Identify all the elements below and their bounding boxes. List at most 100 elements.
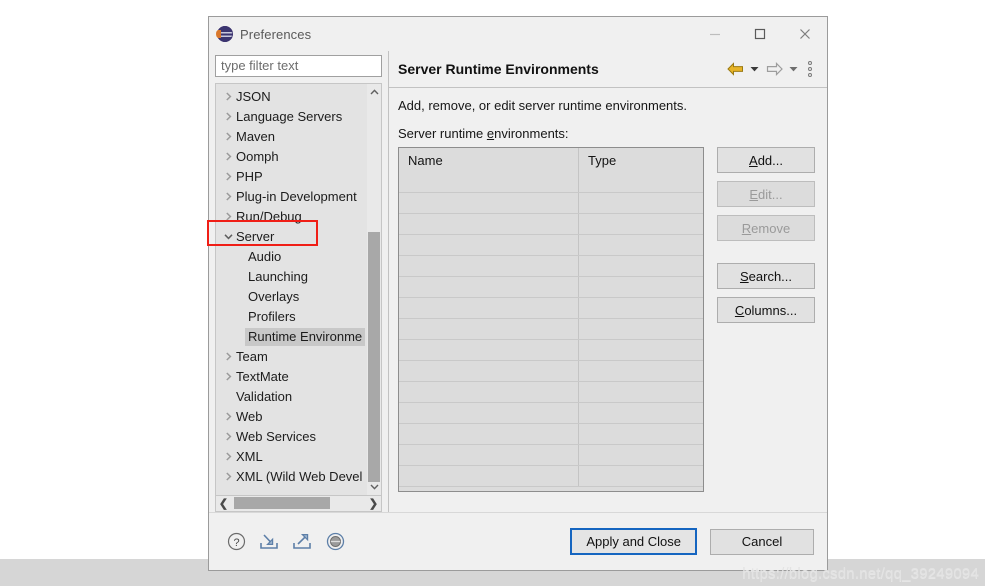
- table-row[interactable]: [399, 277, 703, 298]
- sidebar-item-run-debug[interactable]: Run/Debug: [216, 207, 367, 227]
- svg-text:?: ?: [233, 537, 239, 549]
- export-icon[interactable]: [291, 531, 313, 553]
- table-row[interactable]: [399, 193, 703, 214]
- table-row[interactable]: [399, 214, 703, 235]
- sidebar-item-json[interactable]: JSON: [216, 87, 367, 107]
- table-cell-name: [399, 466, 579, 486]
- chevron-right-icon[interactable]: [220, 192, 236, 201]
- preference-page: Server Runtime Environments Add, remove,…: [388, 51, 827, 512]
- sidebar-item-textmate[interactable]: TextMate: [216, 367, 367, 387]
- table-cell-type: [579, 403, 703, 423]
- view-menu-icon[interactable]: [802, 59, 818, 79]
- sidebar-item-overlays[interactable]: Overlays: [216, 287, 367, 307]
- search-input-placeholder: type filter text: [221, 58, 299, 74]
- sidebar-item-web-services[interactable]: Web Services: [216, 427, 367, 447]
- sidebar-item-server[interactable]: Server: [216, 227, 367, 247]
- help-icon[interactable]: ?: [225, 531, 247, 553]
- sidebar-item-maven[interactable]: Maven: [216, 127, 367, 147]
- chevron-right-icon[interactable]: [220, 372, 236, 381]
- table-cell-name: [399, 193, 579, 213]
- chevron-right-icon[interactable]: [220, 152, 236, 161]
- table-cell-name: [399, 424, 579, 444]
- window-title: Preferences: [240, 26, 312, 42]
- column-header-type[interactable]: Type: [579, 148, 703, 172]
- back-arrow-icon[interactable]: [724, 59, 746, 79]
- sidebar-item-profilers[interactable]: Profilers: [216, 307, 367, 327]
- sidebar-item-validation[interactable]: Validation: [216, 387, 367, 407]
- table-row[interactable]: [399, 382, 703, 403]
- table-row[interactable]: [399, 340, 703, 361]
- cancel-button[interactable]: Cancel: [710, 528, 814, 555]
- remove-button: Remove: [717, 215, 815, 241]
- search-input[interactable]: type filter text: [215, 55, 382, 77]
- import-icon[interactable]: [258, 531, 280, 553]
- table-row[interactable]: [399, 319, 703, 340]
- page-content: Add, remove, or edit server runtime envi…: [389, 88, 827, 512]
- maximize-icon[interactable]: [737, 17, 782, 51]
- table-row[interactable]: [399, 256, 703, 277]
- minimize-icon[interactable]: [692, 17, 737, 51]
- scroll-left-icon[interactable]: ❮: [216, 496, 231, 510]
- table-cell-type: [579, 340, 703, 360]
- vertical-scrollbar[interactable]: [367, 83, 381, 496]
- sidebar-item-xml-wild-web-devel[interactable]: XML (Wild Web Devel: [216, 467, 367, 487]
- sidebar-item-xml[interactable]: XML: [216, 447, 367, 467]
- table-cell-name: [399, 361, 579, 381]
- sidebar-item-audio[interactable]: Audio: [216, 247, 367, 267]
- chevron-right-icon[interactable]: [220, 112, 236, 121]
- chevron-right-icon[interactable]: [220, 92, 236, 101]
- apply-and-close-button[interactable]: Apply and Close: [570, 528, 697, 555]
- table-cell-type: [579, 382, 703, 402]
- chevron-right-icon[interactable]: [220, 432, 236, 441]
- sidebar-item-php[interactable]: PHP: [216, 167, 367, 187]
- chevron-right-icon[interactable]: [220, 132, 236, 141]
- chevron-right-icon[interactable]: [220, 412, 236, 421]
- table-row[interactable]: [399, 445, 703, 466]
- runtime-environments-table[interactable]: Name Type: [398, 147, 704, 492]
- button-label: Search...: [739, 268, 793, 284]
- restore-defaults-icon[interactable]: [324, 531, 346, 553]
- chevron-right-icon[interactable]: [220, 352, 236, 361]
- back-dropdown-icon[interactable]: [748, 59, 761, 79]
- page-title: Server Runtime Environments: [398, 61, 599, 77]
- vertical-scrollbar-thumb[interactable]: [368, 231, 380, 482]
- table-cell-type: [579, 193, 703, 213]
- horizontal-scrollbar-thumb[interactable]: [234, 497, 330, 510]
- sidebar-item-runtime-environme[interactable]: Runtime Environme: [216, 327, 367, 347]
- sidebar-item-launching[interactable]: Launching: [216, 267, 367, 287]
- scroll-down-icon[interactable]: [367, 479, 381, 495]
- add-button[interactable]: Add...: [717, 147, 815, 173]
- table-row[interactable]: [399, 361, 703, 382]
- close-icon[interactable]: [782, 17, 827, 51]
- chevron-down-icon[interactable]: [220, 233, 236, 240]
- sidebar-item-label: PHP: [236, 168, 263, 184]
- scroll-right-icon[interactable]: ❯: [366, 496, 381, 510]
- chevron-right-icon[interactable]: [220, 452, 236, 461]
- scroll-up-icon[interactable]: [367, 84, 381, 100]
- sidebar-item-label: Team: [236, 348, 268, 364]
- sidebar-item-label: JSON: [236, 88, 271, 104]
- sidebar-item-team[interactable]: Team: [216, 347, 367, 367]
- chevron-right-icon[interactable]: [220, 172, 236, 181]
- column-header-name[interactable]: Name: [399, 148, 579, 172]
- table-row[interactable]: [399, 466, 703, 487]
- sidebar-item-web[interactable]: Web: [216, 407, 367, 427]
- sidebar-item-language-servers[interactable]: Language Servers: [216, 107, 367, 127]
- search-button[interactable]: Search...: [717, 263, 815, 289]
- window-controls: [692, 17, 827, 51]
- chevron-right-icon[interactable]: [220, 472, 236, 481]
- sidebar-item-plug-in-development[interactable]: Plug-in Development: [216, 187, 367, 207]
- table-row[interactable]: [399, 172, 703, 193]
- table-row[interactable]: [399, 424, 703, 445]
- columns-button[interactable]: Columns...: [717, 297, 815, 323]
- table-row[interactable]: [399, 403, 703, 424]
- sidebar-item-oomph[interactable]: Oomph: [216, 147, 367, 167]
- forward-arrow-icon[interactable]: [763, 59, 785, 79]
- table-row[interactable]: [399, 298, 703, 319]
- forward-dropdown-icon[interactable]: [787, 59, 800, 79]
- chevron-right-icon[interactable]: [220, 212, 236, 221]
- horizontal-scrollbar[interactable]: ❮ ❯: [215, 496, 382, 512]
- preferences-tree[interactable]: JSON Language Servers Maven Oomph PHP Plug-in…: [215, 82, 382, 497]
- table-row[interactable]: [399, 235, 703, 256]
- watermark-text: https://blog.csdn.net/qq_39249094: [742, 565, 979, 582]
